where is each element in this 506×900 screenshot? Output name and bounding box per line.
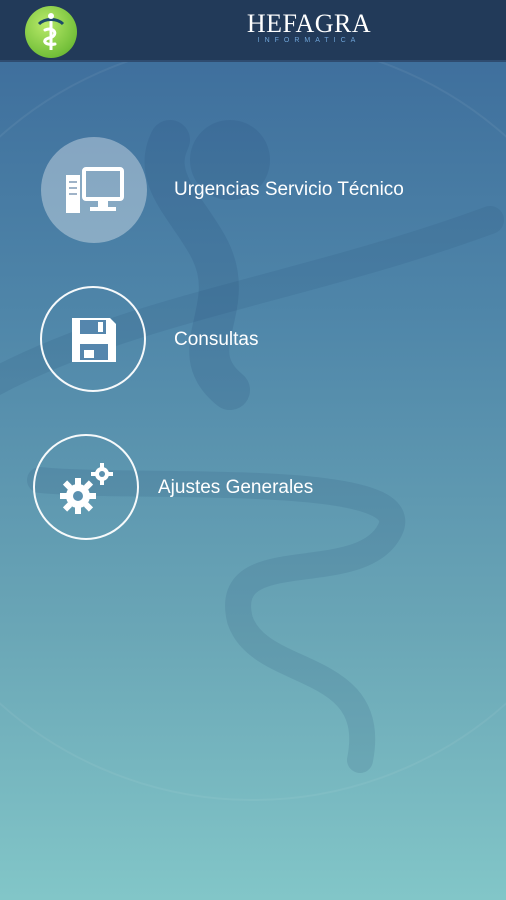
gears-icon — [60, 463, 113, 514]
menu-item-label: Ajustes Generales — [158, 477, 314, 498]
caduceus-icon — [37, 13, 65, 50]
menu-item-urgencias[interactable]: Urgencias Servicio Técnico — [0, 137, 506, 247]
brand-logo: HEFAGRA INFORMATICA — [246, 9, 372, 45]
menu-item-ajustes[interactable]: Ajustes Generales — [0, 434, 506, 544]
menu-item-label: Consultas — [174, 329, 259, 350]
caduceus-logo-icon[interactable] — [25, 6, 77, 58]
brand-name: HEFAGRA — [246, 9, 372, 38]
menu-item-consultas[interactable]: Consultas — [0, 286, 506, 396]
floppy-disk-icon — [72, 318, 116, 362]
brand-subtitle: INFORMATICA — [257, 37, 361, 44]
top-bar: HEFAGRA INFORMATICA — [0, 0, 506, 62]
menu-item-label: Urgencias Servicio Técnico — [174, 179, 404, 200]
computer-icon — [66, 167, 124, 213]
